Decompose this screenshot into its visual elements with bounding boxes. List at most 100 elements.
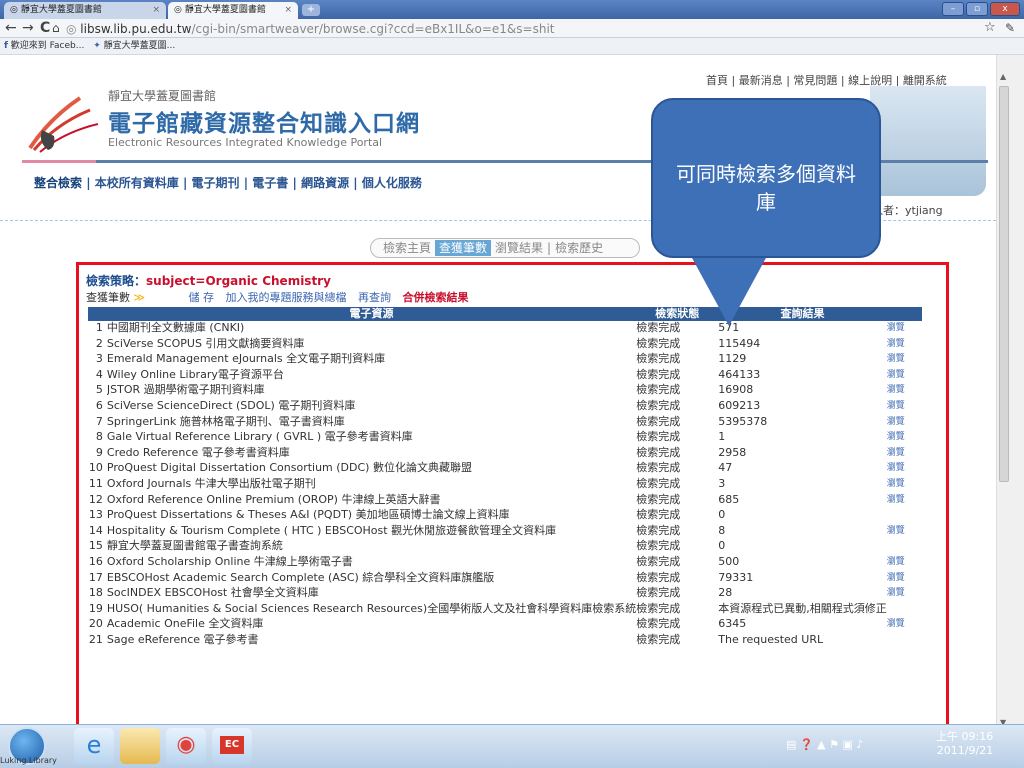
keyboard-icon[interactable]: ▤ [786, 738, 796, 751]
result-count: 500 [718, 554, 740, 568]
row-number: 17 [88, 570, 103, 584]
resource-name: Hospitality & Tourism Complete ( HTC ) E… [106, 523, 557, 537]
tab-label: 靜宜大學蓋夏圖書館 [20, 5, 102, 15]
top-link-home[interactable]: 首頁 [706, 74, 728, 87]
network-icon[interactable]: ▣ [842, 738, 852, 751]
results-table: 電子資源 檢索狀態 查詢結果 1 中國期刊全文數據庫 (CNKI) 檢索完成 571 瀏… [88, 307, 922, 648]
browse-link[interactable]: 瀏覽 [887, 555, 922, 571]
reload-icon[interactable]: C [40, 21, 50, 35]
wrench-icon[interactable]: ✎ [1005, 21, 1015, 35]
browse-link[interactable]: 瀏覽 [887, 399, 922, 415]
maximize-button[interactable]: ▫ [966, 2, 988, 16]
tab-search-history[interactable]: 檢索歷史 [555, 239, 603, 257]
callout-pointer [691, 256, 767, 326]
browse-link [887, 508, 922, 524]
add-to-feed-link[interactable]: 加入我的專題服務與總檔 [226, 291, 347, 304]
table-row: 1 中國期刊全文數據庫 (CNKI) 檢索完成 571 瀏覽 [88, 321, 922, 337]
browser-tab-2[interactable]: ◎ 靜宜大學蓋夏圖書館 × [168, 2, 298, 19]
taskbar-chrome-icon[interactable]: ◉ [166, 728, 206, 764]
bookmark-star-icon[interactable]: ☆ [984, 21, 996, 35]
resource-name: Academic OneFile 全文資料庫 [106, 617, 264, 631]
taskbar-explorer-icon[interactable] [120, 728, 160, 764]
flag-icon[interactable]: ⚑ [829, 738, 839, 751]
browse-link[interactable]: 瀏覽 [887, 477, 922, 493]
browse-link[interactable]: 瀏覽 [887, 352, 922, 368]
scrollbar-thumb[interactable] [999, 86, 1009, 482]
save-link[interactable]: 儲 存 [189, 291, 215, 304]
row-number: 8 [95, 430, 103, 444]
row-number: 14 [88, 523, 103, 537]
resource-name: SpringerLink 施普林格電子期刊、電子書資料庫 [106, 414, 345, 428]
taskbar-clock[interactable]: 上午 09:16 2011/9/21 [936, 730, 993, 758]
row-number: 6 [95, 398, 103, 412]
address-bar[interactable]: ◎ libsw.lib.pu.edu.tw/cgi-bin/smartweave… [66, 22, 986, 36]
browse-link[interactable]: 瀏覽 [887, 571, 922, 587]
new-tab-button[interactable]: + [302, 4, 320, 16]
browse-link[interactable]: 瀏覽 [887, 383, 922, 399]
row-number: 10 [88, 461, 103, 475]
bookmark-facebook[interactable]: 歡迎來到 Faceb... [11, 41, 85, 51]
browse-link[interactable]: 瀏覽 [887, 415, 922, 431]
browse-link[interactable]: 瀏覽 [887, 586, 922, 602]
scroll-up-icon[interactable]: ▲ [1000, 72, 1006, 81]
callout-bubble: 可同時檢索多個資料庫 [651, 98, 881, 258]
browse-link[interactable]: 瀏覽 [887, 337, 922, 353]
nav-web-resources[interactable]: 網路資源 [301, 176, 349, 190]
bookmark-library[interactable]: 靜宜大學蓋夏圖... [104, 41, 176, 51]
resource-name: 中國期刊全文數據庫 (CNKI) [106, 321, 245, 334]
resource-name: Oxford Journals 牛津大學出版社電子期刊 [106, 476, 316, 490]
show-hidden-icon[interactable]: ▲ [817, 738, 825, 751]
url-host: libsw.lib.pu.edu.tw [80, 22, 192, 36]
nav-ebooks[interactable]: 電子書 [252, 176, 288, 190]
merge-results-link[interactable]: 合併檢索結果 [403, 291, 469, 304]
row-number: 19 [88, 601, 103, 615]
row-number: 12 [88, 492, 103, 506]
table-row: 4 Wiley Online Library電子資源平台 檢索完成 464133 瀏覽 [88, 368, 922, 384]
nav-ejournals[interactable]: 電子期刊 [192, 176, 240, 190]
browse-link[interactable]: 瀏覽 [887, 617, 922, 633]
browse-link[interactable]: 瀏覽 [887, 524, 922, 540]
result-count: 609213 [718, 398, 761, 412]
requery-link[interactable]: 再查詢 [358, 291, 391, 304]
table-row: 15 靜宜大學蓋夏圖書館電子書查詢系統 檢索完成 0 [88, 539, 922, 555]
browse-link[interactable]: 瀏覽 [887, 446, 922, 462]
tab-hit-counts[interactable]: 查獲筆數 [435, 240, 492, 256]
tab-browse-results[interactable]: 瀏覽結果 [495, 239, 543, 257]
minimize-button[interactable]: – [942, 2, 964, 16]
close-tab-icon[interactable]: × [284, 3, 292, 18]
strategy-label: 檢索策略： [86, 274, 147, 288]
browse-link[interactable]: 瀏覽 [887, 430, 922, 446]
tab-search-home[interactable]: 檢索主頁 [383, 239, 431, 257]
home-icon[interactable]: ⌂ [52, 21, 60, 35]
search-status: 檢索完成 [636, 539, 681, 553]
table-row: 20 Academic OneFile 全文資料庫 檢索完成 6345 瀏覽 [88, 617, 922, 633]
result-count: 16908 [718, 383, 754, 397]
search-strategy: 檢索策略：subject=Organic Chemistry [86, 272, 331, 289]
browse-link[interactable]: 瀏覽 [887, 461, 922, 477]
corner-label: Luking Library [0, 756, 57, 765]
forward-icon[interactable]: → [22, 21, 34, 35]
nav-all-databases[interactable]: 本校所有資料庫 [95, 176, 179, 190]
col-num [88, 307, 107, 321]
back-icon[interactable]: ← [5, 21, 17, 35]
col-browse [886, 307, 922, 321]
browse-link[interactable]: 瀏覽 [887, 321, 922, 337]
results-options: 查獲筆數 ≫ 儲 存 加入我的專題服務與總檔 再查詢 合併檢索結果 [86, 289, 469, 305]
top-link-faq[interactable]: 常見問題 [793, 74, 837, 87]
taskbar-ie-icon[interactable]: e [74, 728, 114, 764]
taskbar-easycard-icon[interactable]: EC [212, 728, 252, 764]
top-link-news[interactable]: 最新消息 [739, 74, 783, 87]
volume-icon[interactable]: ♪ [856, 738, 863, 751]
nav-federated-search[interactable]: 整合檢索 [34, 176, 82, 190]
close-window-button[interactable]: x [990, 2, 1020, 16]
browse-link[interactable]: 瀏覽 [887, 493, 922, 509]
row-number: 16 [88, 554, 103, 568]
browse-link[interactable]: 瀏覽 [887, 368, 922, 384]
row-number: 20 [88, 617, 103, 631]
search-status: 檢索完成 [636, 445, 681, 459]
close-tab-icon[interactable]: × [152, 3, 160, 18]
bookmarks-bar: f 歡迎來到 Faceb... ✦ 靜宜大學蓋夏圖... [0, 38, 1024, 55]
browser-tab-1[interactable]: ◎ 靜宜大學蓋夏圖書館 × [4, 2, 166, 19]
nav-personal-services[interactable]: 個人化服務 [362, 176, 422, 190]
help-icon[interactable]: ❓ [800, 738, 814, 751]
